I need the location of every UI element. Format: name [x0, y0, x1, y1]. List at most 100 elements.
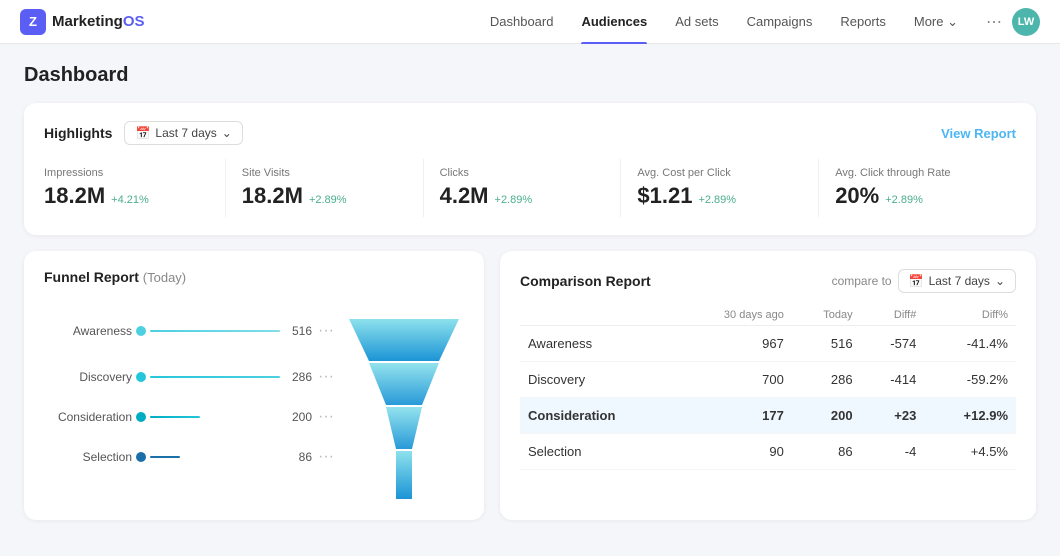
metric-avg-ctr: Avg. Click through Rate 20% +2.89%	[819, 159, 1016, 217]
comparison-date-button[interactable]: 📅 Last 7 days ⌄	[898, 269, 1016, 293]
comparison-date-label: Last 7 days	[929, 274, 990, 288]
calendar-icon: 📅	[135, 126, 150, 140]
funnel-label-consideration: Consideration	[44, 410, 132, 424]
row-today: 516	[792, 326, 861, 362]
funnel-count-awareness: 516	[284, 324, 312, 338]
col-header-30days: 30 days ago	[677, 305, 792, 326]
metric-value: $1.21 +2.89%	[637, 183, 802, 209]
row-diffn: -414	[861, 362, 925, 398]
bottom-row: Funnel Report (Today) Awareness 516 ···	[24, 251, 1036, 536]
table-row-consideration: Consideration 177 200 +23 +12.9%	[520, 398, 1016, 434]
row-diffn: -4	[861, 434, 925, 470]
comparison-header: Comparison Report compare to 📅 Last 7 da…	[520, 269, 1016, 293]
row-diffn: +23	[861, 398, 925, 434]
metric-number: $1.21	[637, 183, 692, 209]
metric-avg-cost: Avg. Cost per Click $1.21 +2.89%	[621, 159, 819, 217]
table-header-row: 30 days ago Today Diff# Diff%	[520, 305, 1016, 326]
funnel-action-selection[interactable]: ···	[316, 448, 336, 466]
funnel-card: Funnel Report (Today) Awareness 516 ···	[24, 251, 484, 520]
funnel-svg-area	[344, 299, 464, 502]
nav-adsets[interactable]: Ad sets	[663, 0, 730, 44]
metric-number: 4.2M	[440, 183, 489, 209]
view-report-link[interactable]: View Report	[941, 126, 1016, 141]
funnel-action-consideration[interactable]: ···	[316, 408, 336, 426]
metric-value: 20% +2.89%	[835, 183, 1000, 209]
funnel-subtitle: (Today)	[143, 270, 186, 285]
metric-label: Site Visits	[242, 167, 407, 179]
metric-change: +2.89%	[698, 194, 736, 206]
funnel-count-discovery: 286	[284, 370, 312, 384]
row-today: 286	[792, 362, 861, 398]
row-diffp: -41.4%	[924, 326, 1016, 362]
row-diffp: +12.9%	[924, 398, 1016, 434]
logo-icon: Z	[20, 9, 46, 35]
funnel-dot-awareness	[136, 326, 146, 336]
nav-right: ⋯ LW	[986, 8, 1040, 36]
compare-to-area: compare to 📅 Last 7 days ⌄	[832, 269, 1016, 293]
comparison-table: 30 days ago Today Diff# Diff% Awareness …	[520, 305, 1016, 470]
metrics-row: Impressions 18.2M +4.21% Site Visits 18.…	[44, 159, 1016, 217]
row-30days: 90	[677, 434, 792, 470]
highlights-date-button[interactable]: 📅 Last 7 days ⌄	[124, 121, 242, 145]
row-label: Awareness	[520, 326, 677, 362]
col-header-label	[520, 305, 677, 326]
funnel-body: Awareness 516 ··· Discovery 286 ···	[44, 299, 464, 502]
col-header-today: Today	[792, 305, 861, 326]
funnel-row-consideration: Consideration 200 ···	[44, 397, 336, 437]
funnel-row-selection: Selection 86 ···	[44, 437, 336, 477]
row-30days: 967	[677, 326, 792, 362]
nav-audiences[interactable]: Audiences	[569, 0, 659, 44]
metric-site-visits: Site Visits 18.2M +2.89%	[226, 159, 424, 217]
col-header-diffn: Diff#	[861, 305, 925, 326]
funnel-dot-selection	[136, 452, 146, 462]
nav-reports[interactable]: Reports	[828, 0, 898, 44]
metric-value: 4.2M +2.89%	[440, 183, 605, 209]
row-label: Selection	[520, 434, 677, 470]
calendar-icon-2: 📅	[909, 274, 924, 288]
grid-icon[interactable]: ⋯	[986, 12, 1002, 32]
row-30days: 177	[677, 398, 792, 434]
avatar[interactable]: LW	[1012, 8, 1040, 36]
funnel-bar-selection	[150, 456, 180, 458]
nav-links: Dashboard Audiences Ad sets Campaigns Re…	[478, 0, 970, 44]
funnel-bar-consideration	[150, 416, 200, 418]
funnel-action-discovery[interactable]: ···	[316, 368, 336, 386]
highlights-header: Highlights 📅 Last 7 days ⌄ View Report	[44, 121, 1016, 145]
funnel-title: Funnel Report (Today)	[44, 269, 464, 285]
funnel-label-discovery: Discovery	[44, 370, 132, 384]
comparison-card: Comparison Report compare to 📅 Last 7 da…	[500, 251, 1036, 520]
metric-change: +4.21%	[111, 194, 149, 206]
metric-label: Clicks	[440, 167, 605, 179]
metric-impressions: Impressions 18.2M +4.21%	[44, 159, 226, 217]
compare-to-label: compare to	[832, 274, 892, 288]
funnel-dot-discovery	[136, 372, 146, 382]
funnel-labels-col: Awareness 516 ··· Discovery 286 ···	[44, 299, 336, 477]
logo-area: Z MarketingOS	[20, 9, 145, 35]
table-row-discovery: Discovery 700 286 -414 -59.2%	[520, 362, 1016, 398]
table-row-awareness: Awareness 967 516 -574 -41.4%	[520, 326, 1016, 362]
metric-value: 18.2M +2.89%	[242, 183, 407, 209]
row-label: Discovery	[520, 362, 677, 398]
page-title: Dashboard	[24, 64, 1036, 87]
nav-campaigns[interactable]: Campaigns	[735, 0, 825, 44]
logo-text: MarketingOS	[52, 13, 145, 30]
funnel-action-awareness[interactable]: ···	[316, 322, 336, 340]
row-label: Consideration	[520, 398, 677, 434]
funnel-count-selection: 86	[284, 450, 312, 464]
nav-more[interactable]: More ⌄	[902, 0, 970, 44]
col-header-diffp: Diff%	[924, 305, 1016, 326]
funnel-count-consideration: 200	[284, 410, 312, 424]
highlights-left: Highlights 📅 Last 7 days ⌄	[44, 121, 243, 145]
metric-label: Avg. Cost per Click	[637, 167, 802, 179]
highlights-date-label: Last 7 days	[155, 126, 216, 140]
metric-change: +2.89%	[495, 194, 533, 206]
metric-value: 18.2M +4.21%	[44, 183, 209, 209]
chevron-down-icon-2: ⌄	[995, 274, 1005, 288]
metric-number: 20%	[835, 183, 879, 209]
funnel-title-text: Funnel Report	[44, 269, 139, 285]
navbar: Z MarketingOS Dashboard Audiences Ad set…	[0, 0, 1060, 44]
metric-change: +2.89%	[885, 194, 923, 206]
nav-dashboard[interactable]: Dashboard	[478, 0, 566, 44]
funnel-label-selection: Selection	[44, 450, 132, 464]
funnel-label-awareness: Awareness	[44, 324, 132, 338]
